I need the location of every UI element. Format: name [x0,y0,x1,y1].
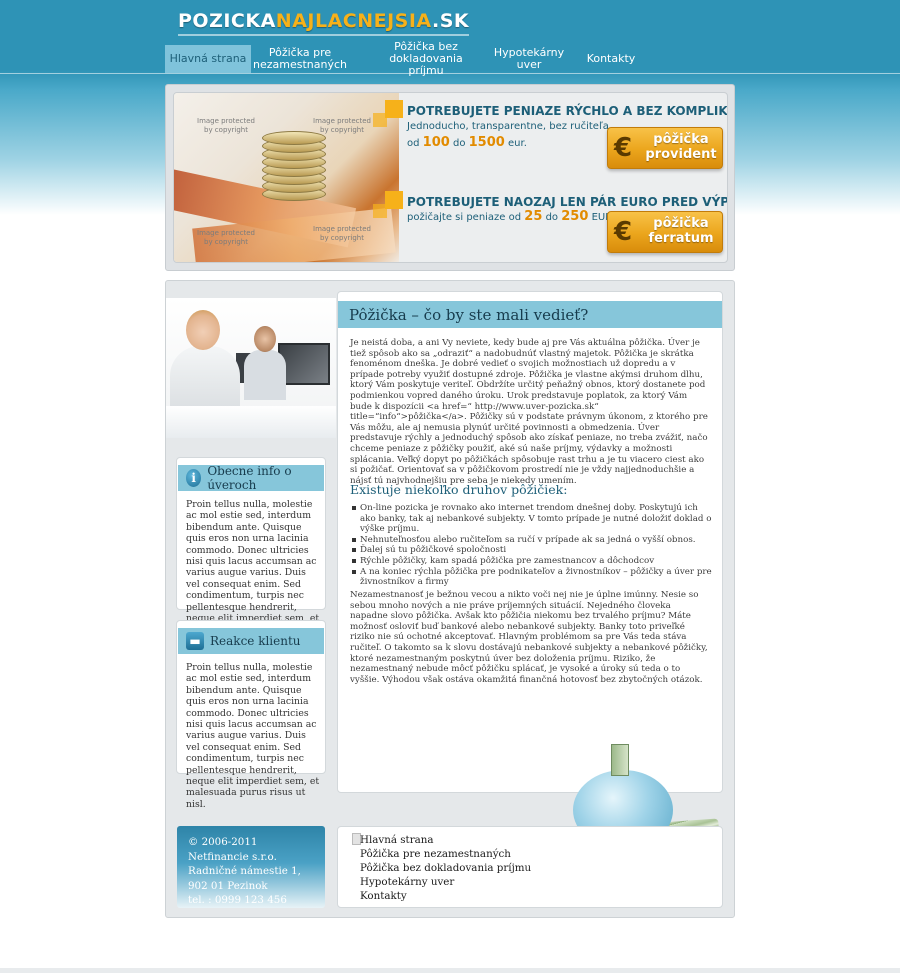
banknote-in-slot [611,744,629,776]
article-title: Pôžička – čo by ste mali vedieť? [349,306,589,324]
footer-nav: Hlavná strana Pôžička pre nezamestnaných… [337,826,723,908]
provident-button-label: pôžička provident [645,132,717,162]
logo-part-3: .SK [432,10,470,32]
nav-item-unemployed-loan[interactable]: Pôžička pre nezamestnaných [253,45,347,73]
ferratum-loan-button[interactable]: € pôžička ferratum [607,211,723,253]
info-box-text: Proin tellus nulla, molestie ac mol esti… [186,662,320,810]
provident-loan-button[interactable]: € pôžička provident [607,127,723,169]
list-item: Ďalej sú tu pôžičkové spoločnosti [352,545,712,556]
article: Pôžička – čo by ste mali vedieť? Je neis… [337,291,723,793]
info-box-header: i Obecne info o úveroch [178,464,324,492]
loan-types-list: On-line pozicka je rovnako ako internet … [352,503,712,588]
address-city: 902 01 Pezinok [188,879,268,892]
info-icon: i [186,469,202,487]
watermark-text: Image protected by copyright [313,117,371,134]
nav-item-no-income-loan[interactable]: Pôžička bez dokladovania príjmu [373,41,479,77]
offer2-headline: POTREBUJETE NAOZAJ LEN PÁR EURO PRED VÝP… [407,195,727,209]
orange-square-icon [385,100,403,118]
page-bottom-strip [0,968,900,973]
footer-link-no-income-loan[interactable]: Pôžička bez dokladovania príjmu [360,862,531,874]
footer-link-contacts[interactable]: Kontakty [360,890,407,902]
list-item: On-line pozicka je rovnako ako internet … [352,503,712,535]
office-people-photo [166,298,336,438]
logo-part-1: POZICKA [178,10,276,32]
info-box-header: ▬ Reakce klientu [178,628,324,654]
article-subtitle: Existuje niekoľko druhov pôžičiek: [350,482,568,497]
orange-square-icon [373,113,387,127]
article-intro: Je neistá doba, a ani Vy neviete, kedy b… [350,338,708,486]
copyright-line: © 2006-2011 Netfinancie s.r.o. [188,836,277,863]
address-street: Radničné námestie 1, [188,865,301,877]
list-item: Nehnuteľnosťou alebo ručiteľom sa ručí v… [352,535,712,546]
watermark-text: Image protected by copyright [313,225,371,242]
article-outro: Nezamestnanosť je bežnou vecou a nikto v… [350,590,708,685]
nav-item-contacts[interactable]: Kontakty [583,45,639,73]
info-box-client-reviews: ▬ Reakce klientu Proin tellus nulla, mol… [176,620,326,810]
list-item: A na koniec rýchla pôžička pre podnikate… [352,567,712,588]
euro-icon: € [614,133,633,163]
watermark-text: Image protected by copyright [197,229,255,246]
company-address: © 2006-2011 Netfinancie s.r.o. Radničné … [177,826,325,908]
promo-banner-inner: Image protected by copyright Image prote… [173,92,728,263]
logo-part-2: NAJLACNEJSIA [275,10,432,32]
footer-link-mortgage[interactable]: Hypotekárny uver [360,876,454,888]
site-logo[interactable]: POZICKANAJLACNEJSIA.SK [178,10,470,36]
offer2-amount: požičajte si peniaze od 25 do 250 EUR. [407,209,615,224]
nav-item-mortgage[interactable]: Hypotekárny uver [481,45,577,73]
promo-banner: Image protected by copyright Image prote… [165,84,735,271]
list-item: Rýchle pôžičky, kam spadá pôžička pre za… [352,556,712,567]
info-box-general: i Obecne info o úveroch Proin tellus nul… [176,457,326,647]
orange-square-icon [373,204,387,218]
footer-link-unemployed-loan[interactable]: Pôžička pre nezamestnaných [360,848,511,860]
offer1-line: Jednoducho, transparentne, bez ručiteľa, [407,121,613,132]
phone-number: tel. : 0999 123 456 [188,894,287,906]
offer1-amount: od 100 do 1500 eur. [407,135,527,150]
euro-icon: € [614,217,633,247]
watermark-text: Image protected by copyright [197,117,255,134]
info-box-title: Reakce klientu [210,634,301,648]
chat-icon: ▬ [186,632,204,650]
footer-link-home[interactable]: Hlavná strana [360,834,434,846]
article-title-bar: Pôžička – čo by ste mali vedieť? [338,300,722,328]
ferratum-button-label: pôžička ferratum [648,216,714,246]
orange-square-icon [385,191,403,209]
offer1-headline: POTREBUJETE PENIAZE RÝCHLO A BEZ KOMPLIK… [407,104,728,118]
info-box-title: Obecne info o úveroch [207,464,292,492]
nav-item-home[interactable]: Hlavná strana [165,45,251,73]
coin-stack-image [262,131,326,201]
main-nav: Hlavná strana Pôžička pre nezamestnaných… [165,41,645,77]
